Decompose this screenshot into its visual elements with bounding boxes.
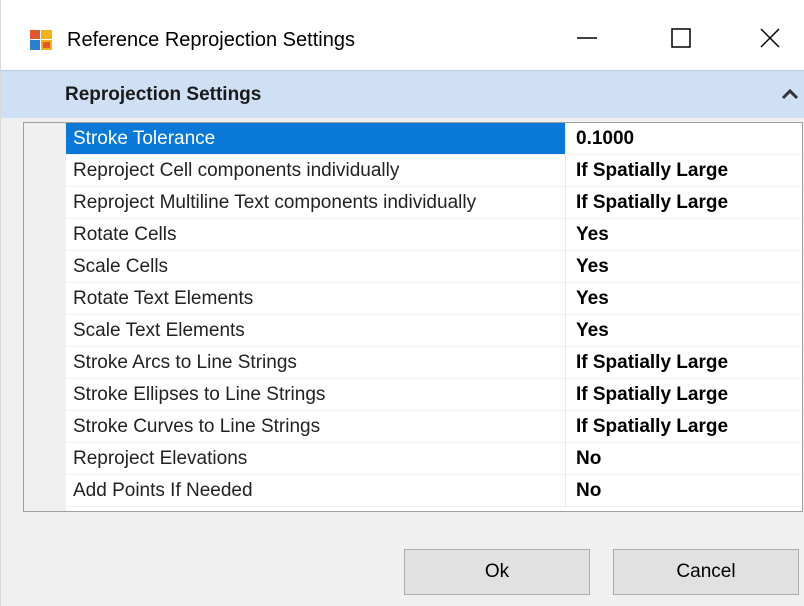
close-icon bbox=[760, 28, 780, 48]
maximize-button[interactable] bbox=[661, 18, 701, 58]
property-name[interactable]: Add Points If Needed bbox=[66, 475, 566, 506]
property-name[interactable]: Reproject Elevations bbox=[66, 443, 566, 474]
chevron-up-icon[interactable] bbox=[781, 87, 799, 101]
close-button[interactable] bbox=[750, 18, 790, 58]
property-row-stroke-tolerance[interactable]: Stroke Tolerance 0.1000 bbox=[66, 123, 802, 155]
property-row-scale-text-elements[interactable]: Scale Text Elements Yes bbox=[66, 315, 802, 347]
property-row-stroke-ellipses[interactable]: Stroke Ellipses to Line Strings If Spati… bbox=[66, 379, 802, 411]
property-row-reproject-cell-components[interactable]: Reproject Cell components individually I… bbox=[66, 155, 802, 187]
minimize-button[interactable] bbox=[567, 18, 607, 58]
property-name[interactable]: Rotate Text Elements bbox=[66, 283, 566, 314]
section-header[interactable]: Reprojection Settings bbox=[1, 70, 804, 118]
maximize-icon bbox=[671, 28, 691, 48]
property-value[interactable]: If Spatially Large bbox=[568, 411, 802, 442]
cancel-button[interactable]: Cancel bbox=[613, 549, 799, 595]
ok-button[interactable]: Ok bbox=[404, 549, 590, 595]
property-value[interactable]: Yes bbox=[568, 283, 802, 314]
property-name[interactable]: Scale Text Elements bbox=[66, 315, 566, 346]
property-value[interactable]: No bbox=[568, 475, 802, 506]
property-value[interactable]: Yes bbox=[568, 315, 802, 346]
property-grid-gutter bbox=[24, 123, 66, 511]
property-value[interactable]: 0.1000 bbox=[568, 123, 802, 154]
property-row-rotate-cells[interactable]: Rotate Cells Yes bbox=[66, 219, 802, 251]
reprojection-settings-dialog: Reference Reprojection Settings Reprojec… bbox=[0, 0, 804, 606]
property-name[interactable]: Scale Cells bbox=[66, 251, 566, 282]
property-value[interactable]: No bbox=[568, 443, 802, 474]
property-value[interactable]: If Spatially Large bbox=[568, 347, 802, 378]
property-name[interactable]: Stroke Curves to Line Strings bbox=[66, 411, 566, 442]
property-row-reproject-elevations[interactable]: Reproject Elevations No bbox=[66, 443, 802, 475]
property-value[interactable]: Yes bbox=[568, 251, 802, 282]
property-row-stroke-arcs[interactable]: Stroke Arcs to Line Strings If Spatially… bbox=[66, 347, 802, 379]
property-name[interactable]: Rotate Cells bbox=[66, 219, 566, 250]
property-row-rotate-text-elements[interactable]: Rotate Text Elements Yes bbox=[66, 283, 802, 315]
title-bar: Reference Reprojection Settings bbox=[1, 0, 804, 70]
window-title: Reference Reprojection Settings bbox=[67, 29, 355, 51]
property-row-reproject-multiline-text[interactable]: Reproject Multiline Text components indi… bbox=[66, 187, 802, 219]
minimize-icon bbox=[577, 37, 597, 39]
reprojection-app-icon bbox=[30, 30, 52, 50]
property-name[interactable]: Stroke Tolerance bbox=[66, 123, 566, 154]
property-name[interactable]: Stroke Arcs to Line Strings bbox=[66, 347, 566, 378]
property-name[interactable]: Reproject Cell components individually bbox=[66, 155, 566, 186]
property-value[interactable]: If Spatially Large bbox=[568, 155, 802, 186]
property-value[interactable]: If Spatially Large bbox=[568, 187, 802, 218]
property-row-stroke-curves[interactable]: Stroke Curves to Line Strings If Spatial… bbox=[66, 411, 802, 443]
property-grid: Stroke Tolerance 0.1000 Reproject Cell c… bbox=[23, 122, 803, 512]
property-value[interactable]: If Spatially Large bbox=[568, 379, 802, 410]
section-title: Reprojection Settings bbox=[65, 84, 262, 105]
property-value[interactable]: Yes bbox=[568, 219, 802, 250]
property-name[interactable]: Stroke Ellipses to Line Strings bbox=[66, 379, 566, 410]
property-row-scale-cells[interactable]: Scale Cells Yes bbox=[66, 251, 802, 283]
property-row-add-points[interactable]: Add Points If Needed No bbox=[66, 475, 802, 507]
property-name[interactable]: Reproject Multiline Text components indi… bbox=[66, 187, 566, 218]
